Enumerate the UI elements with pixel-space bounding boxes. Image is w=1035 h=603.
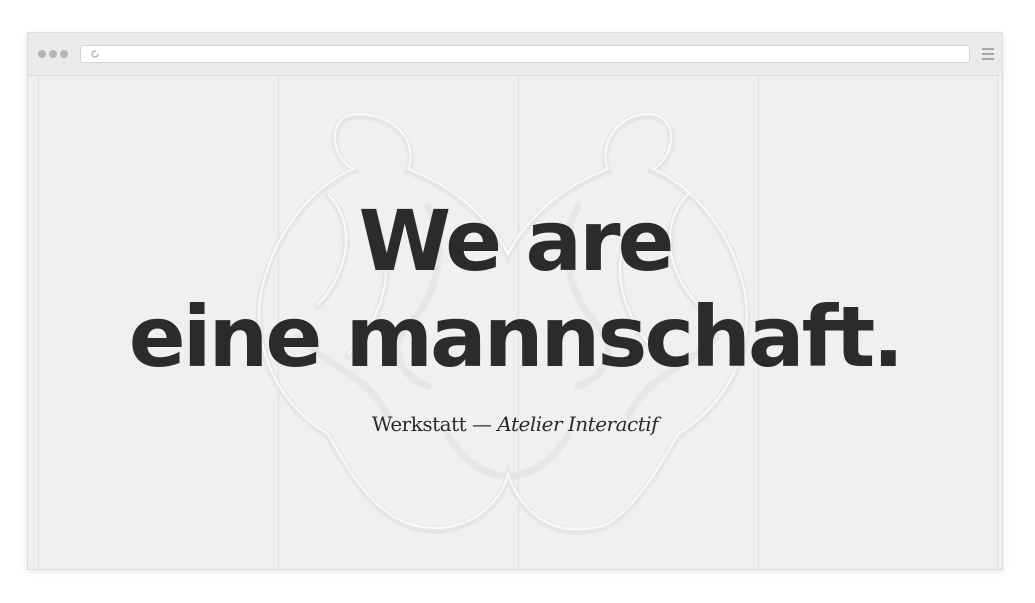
tagline-separator: — bbox=[466, 412, 498, 436]
tagline-project: Atelier Interactif bbox=[497, 412, 659, 436]
hero-headline: We are eine mannschaft. bbox=[28, 193, 1002, 385]
window-dot[interactable] bbox=[38, 50, 46, 58]
window-dot[interactable] bbox=[60, 50, 68, 58]
reload-icon[interactable] bbox=[90, 49, 100, 59]
browser-toolbar bbox=[28, 33, 1002, 76]
menu-icon[interactable] bbox=[982, 48, 994, 60]
headline-line-1: We are bbox=[358, 192, 675, 290]
hero-tagline: Werkstatt — Atelier Interactif bbox=[28, 412, 1002, 436]
page-viewport: We are eine mannschaft. Werkstatt — Atel… bbox=[28, 76, 1002, 569]
headline-line-2: eine mannschaft. bbox=[128, 288, 904, 386]
address-bar[interactable] bbox=[80, 45, 970, 63]
window-controls-icon[interactable] bbox=[38, 50, 68, 58]
browser-window: We are eine mannschaft. Werkstatt — Atel… bbox=[28, 33, 1002, 569]
tagline-studio: Werkstatt bbox=[371, 412, 467, 436]
window-dot[interactable] bbox=[49, 50, 57, 58]
